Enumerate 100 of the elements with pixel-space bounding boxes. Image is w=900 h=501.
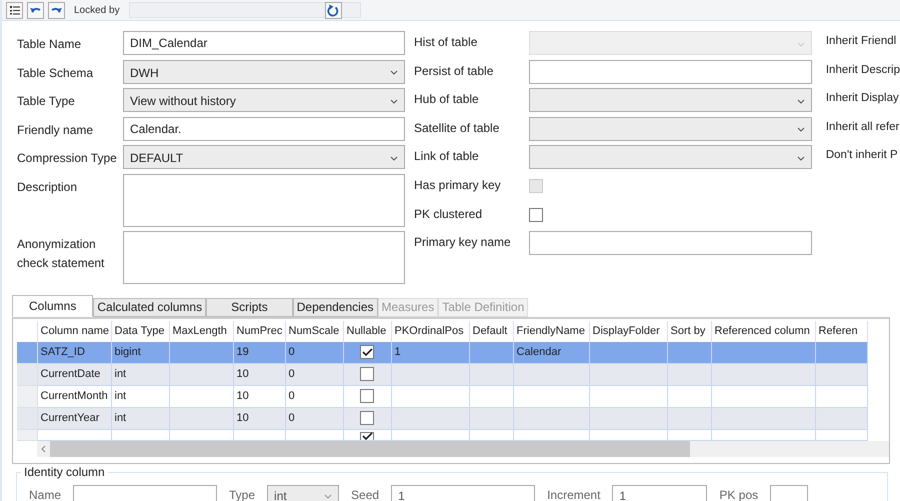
table-cell [815, 385, 867, 408]
undo-button[interactable] [27, 2, 44, 18]
column-header[interactable]: MaxLength [169, 320, 233, 342]
table-cell [667, 385, 711, 408]
checkbox[interactable] [360, 367, 374, 382]
scroll-left-icon[interactable] [41, 444, 46, 453]
table-row[interactable]: CurrentYear int 10 0 [17, 407, 867, 430]
table-cell [233, 429, 285, 440]
table-row[interactable]: CurrentDate int 10 0 [17, 363, 867, 386]
table-cell [469, 429, 513, 440]
table-cell [169, 363, 233, 386]
table-cell [469, 385, 513, 408]
table-cell [815, 407, 867, 430]
text-field[interactable]: DIM_Calendar [123, 31, 405, 55]
list-button[interactable] [6, 2, 23, 18]
column-header[interactable]: Nullable [343, 320, 391, 342]
column-header[interactable]: DisplayFolder [589, 320, 667, 342]
refresh-icon [327, 4, 340, 16]
table-row[interactable]: CurrentMonth int 10 0 [17, 385, 867, 408]
text-field[interactable]: Calendar. [123, 116, 405, 141]
column-header[interactable]: NumPrec [233, 320, 285, 342]
table-cell: 0 [285, 385, 343, 408]
text-field[interactable] [529, 60, 812, 84]
redo-button[interactable] [48, 2, 65, 18]
table-cell: 0 [285, 363, 343, 386]
table-cell [285, 429, 343, 440]
option-label: Don't inherit P [826, 148, 899, 164]
option-label: Inherit all refer [826, 120, 900, 135]
increment-field[interactable]: 1 [612, 484, 708, 501]
field-label: Table Name [17, 36, 82, 53]
table-cell [667, 342, 711, 364]
checkbox[interactable] [360, 411, 374, 426]
undo-icon [30, 6, 41, 14]
type-dropdown[interactable]: int [267, 484, 340, 501]
checkbox[interactable] [360, 432, 374, 440]
table-cell: SATZ_ID [37, 342, 111, 364]
table-cell [469, 363, 513, 386]
table-cell [815, 342, 867, 364]
list-icon [8, 4, 20, 16]
field-label: Seed [351, 488, 380, 501]
tab[interactable]: Columns [12, 294, 94, 317]
column-header[interactable]: Column name [37, 320, 111, 342]
table-cell: 10 [233, 385, 285, 408]
refresh-button[interactable] [324, 2, 342, 18]
checkbox[interactable] [360, 345, 374, 360]
table-cell [815, 429, 867, 440]
text-area[interactable] [123, 174, 405, 227]
tab[interactable]: Scripts [206, 298, 293, 317]
seed-field[interactable]: 1 [391, 484, 536, 501]
table-cell [667, 429, 711, 440]
chevron-down-icon [390, 156, 398, 161]
locked-by-field[interactable] [128, 2, 361, 18]
horizontal-scrollbar[interactable] [37, 440, 889, 457]
option-label: Inherit Friendl [826, 34, 898, 49]
column-header[interactable]: FriendlyName [513, 320, 589, 342]
tab[interactable]: Dependencies [292, 298, 378, 317]
table-cell: 10 [233, 363, 285, 386]
field-label: Increment [547, 488, 600, 501]
field-label: PK clustered [414, 206, 484, 221]
chevron-down-icon [797, 42, 805, 46]
table-row[interactable]: SATZ_ID bigint 19 0 1 Calendar [17, 342, 867, 364]
table-cell [815, 363, 867, 386]
table-cell: 1 [391, 342, 469, 364]
field-label: Link of table [414, 148, 480, 164]
column-header[interactable]: Sort by [667, 320, 711, 342]
name-field[interactable] [73, 484, 218, 501]
table-cell: 10 [233, 407, 285, 430]
text-area[interactable] [123, 230, 405, 284]
table-cell [667, 407, 711, 430]
column-header[interactable]: PKOrdinalPos [391, 320, 469, 342]
chevron-down-icon [324, 494, 332, 499]
field-label: Type [229, 488, 256, 501]
pk-pos-field[interactable] [770, 484, 808, 501]
dropdown[interactable]: View without history [123, 88, 405, 112]
chevron-down-icon [390, 98, 398, 104]
scrollbar-thumb[interactable] [50, 440, 690, 457]
dropdown[interactable] [529, 116, 812, 141]
dropdown[interactable]: DEFAULT [123, 145, 405, 170]
table-cell: CurrentMonth [37, 385, 111, 408]
checkbox[interactable] [529, 208, 543, 222]
chevron-down-icon [797, 98, 805, 104]
field-label: Friendly name [17, 122, 94, 139]
table-cell: bigint [111, 342, 169, 364]
redo-icon [51, 6, 62, 14]
checkbox[interactable] [360, 389, 374, 404]
column-header[interactable]: Default [469, 320, 513, 342]
text-field[interactable] [529, 231, 812, 256]
column-header[interactable]: Data Type [111, 320, 169, 342]
table-cell: 0 [285, 342, 343, 364]
column-header[interactable]: NumScale [285, 320, 343, 342]
dropdown[interactable]: DWH [123, 60, 405, 84]
column-header[interactable]: Referen [815, 320, 867, 342]
tab[interactable]: Calculated columns [93, 298, 206, 317]
chevron-down-icon [797, 127, 805, 132]
field-label: Primary key name [414, 234, 512, 250]
dropdown[interactable] [529, 88, 812, 112]
dropdown[interactable] [529, 145, 812, 170]
table-cell [169, 429, 233, 440]
chevron-down-icon [797, 156, 805, 161]
column-header[interactable]: Referenced column [711, 320, 815, 342]
